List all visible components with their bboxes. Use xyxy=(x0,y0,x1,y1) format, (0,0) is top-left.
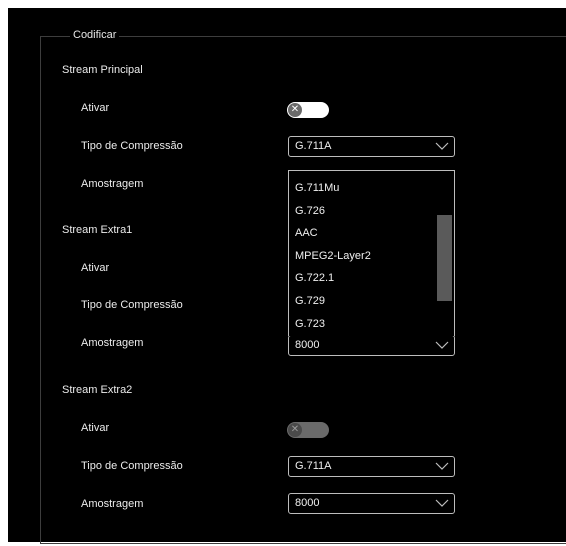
select-value: 8000 xyxy=(295,339,320,351)
stream-principal-compression-label: Tipo de Compressão xyxy=(81,140,183,152)
select-value: G.711A xyxy=(295,460,332,472)
stream-extra1-sampling-label: Amostragem xyxy=(81,337,144,349)
close-icon: ✕ xyxy=(288,103,302,117)
chevron-down-icon xyxy=(435,341,449,349)
compression-dropdown-list[interactable]: G.711Mu G.726 AAC MPEG2-Layer2 G.722.1 G… xyxy=(288,170,455,336)
dropdown-option[interactable]: AAC xyxy=(295,227,318,239)
dropdown-option[interactable]: G.711Mu xyxy=(295,182,339,194)
stream-extra2-compression-label: Tipo de Compressão xyxy=(81,460,183,472)
stream-principal-compression-select[interactable]: G.711A xyxy=(288,136,455,157)
close-icon: ✕ xyxy=(288,423,302,437)
stream-principal-title: Stream Principal xyxy=(62,64,143,76)
dropdown-option[interactable]: G.723 xyxy=(295,318,325,330)
stream-extra1-enable-label: Ativar xyxy=(81,262,110,274)
chevron-down-icon xyxy=(435,142,449,150)
stream-principal-enable-toggle[interactable]: ✕ xyxy=(287,102,329,118)
stream-principal-enable-label: Ativar xyxy=(81,102,110,114)
select-value: G.711A xyxy=(295,140,332,152)
chevron-down-icon xyxy=(435,499,449,507)
stream-extra2-enable-toggle[interactable]: ✕ xyxy=(287,422,329,438)
select-value: 8000 xyxy=(295,497,320,509)
dropdown-option[interactable]: MPEG2-Layer2 xyxy=(295,250,371,262)
stream-extra2-sampling-select[interactable]: 8000 xyxy=(288,493,455,514)
stream-extra1-sampling-select[interactable]: 8000 xyxy=(288,335,455,356)
dropdown-option[interactable]: G.729 xyxy=(295,295,325,307)
stream-extra1-title: Stream Extra1 xyxy=(62,224,133,236)
stream-extra2-sampling-label: Amostragem xyxy=(81,498,144,510)
stream-extra2-compression-select[interactable]: G.711A xyxy=(288,456,455,477)
stream-principal-sampling-label: Amostragem xyxy=(81,178,144,190)
dropdown-option[interactable]: G.726 xyxy=(295,205,325,217)
dropdown-option[interactable]: G.722.1 xyxy=(295,272,334,284)
stream-extra2-title: Stream Extra2 xyxy=(62,384,133,396)
dropdown-scrollbar[interactable] xyxy=(437,215,452,301)
stream-extra2-enable-label: Ativar xyxy=(81,422,110,434)
stream-extra1-compression-label: Tipo de Compressão xyxy=(81,299,183,311)
fieldset-legend: Codificar xyxy=(70,29,120,41)
chevron-down-icon xyxy=(435,462,449,470)
